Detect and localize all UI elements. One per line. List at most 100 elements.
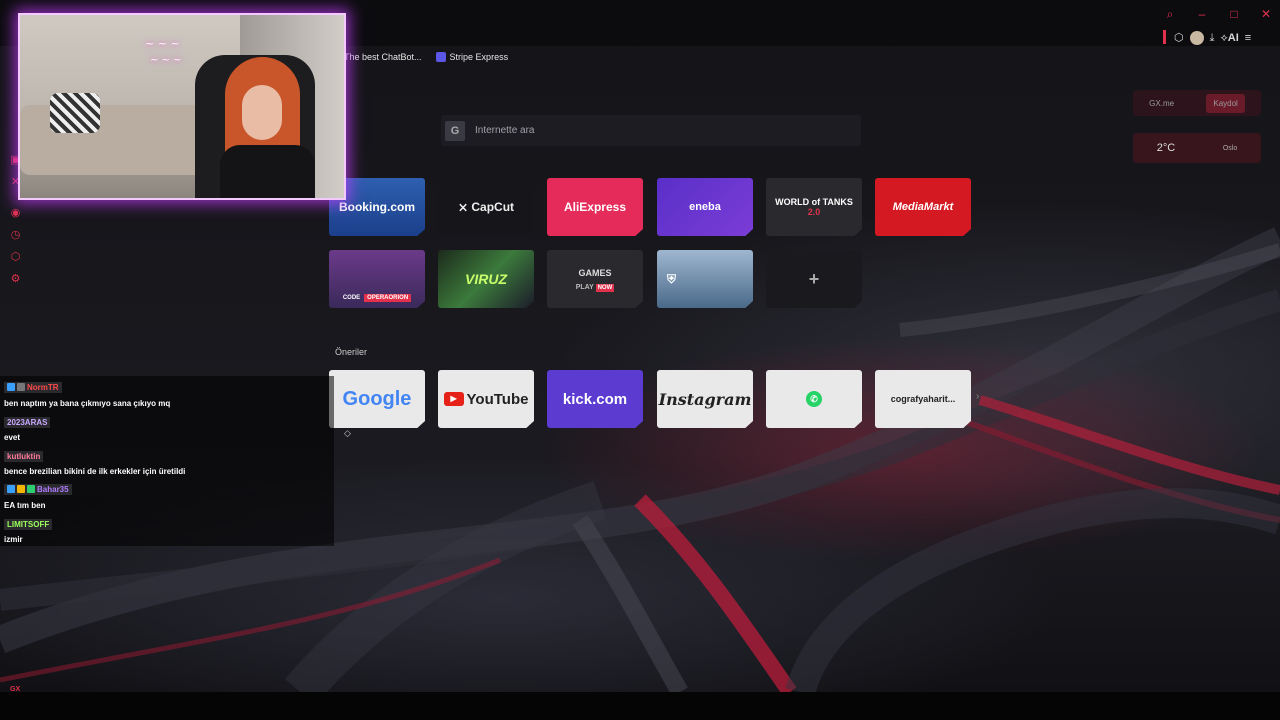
speed-dial-games[interactable]: GAMES PLAY NOW — [547, 250, 643, 308]
cam-streamer-body — [220, 145, 315, 198]
bookmark-stripe-express[interactable]: Stripe Express — [435, 52, 509, 62]
chatbot-icon: ◇ — [344, 428, 351, 438]
chat-username: kutluktin — [4, 451, 44, 462]
tile-label: MediaMarkt — [892, 201, 954, 213]
speed-dial-world-of-tanks[interactable]: WORLD of TANKS 2.0 — [766, 178, 862, 236]
cam-streamer-face — [242, 85, 282, 140]
weather-widget[interactable]: 2°C Oslo — [1133, 133, 1261, 163]
ai-button[interactable]: ⟡AI — [1220, 32, 1238, 44]
speed-dial-eneba[interactable]: eneba — [657, 178, 753, 236]
tile-label: cografyaharit... — [890, 394, 956, 404]
tile-label: AliExpress — [563, 200, 627, 214]
sidebar-extensions-icon[interactable]: ⬡ — [9, 251, 22, 264]
capcut-icon: ⨯ — [457, 200, 472, 214]
speed-dial-world-of-warships[interactable]: ⛨ — [657, 250, 753, 308]
stripe-icon — [435, 52, 446, 62]
gx-widget: GX.me Kaydol — [1133, 90, 1261, 116]
chat-username: 2023ARAS — [4, 417, 51, 428]
speed-dial-game[interactable]: VIRUZ — [438, 250, 534, 308]
tile-label: Booking.com — [338, 200, 415, 214]
speed-dial-mediamarkt[interactable]: MediaMarkt — [875, 178, 971, 236]
badge-icon — [27, 485, 35, 493]
stream-chat: NormTR ben naptım ya bana çıkmıyo sana ç… — [0, 376, 334, 546]
minimize-icon[interactable]: – — [1196, 8, 1208, 20]
tile-sublabel: 2.0 — [807, 207, 821, 217]
cam-pillow — [50, 93, 100, 133]
suggestion-google[interactable]: Google — [329, 370, 425, 428]
avatar[interactable] — [1189, 31, 1204, 45]
bookmark-chatbot[interactable]: ◇ The best ChatBot... — [344, 52, 422, 438]
toolbar-icons: ⬡ ⤓ ⟡AI ≡ — [1174, 31, 1251, 45]
suggestion-instagram[interactable]: Instagram — [657, 370, 753, 428]
speed-dial-opera-promo[interactable]: CODE OPERAORION — [329, 250, 425, 308]
badge-icon — [17, 485, 25, 493]
username-text: kutluktin — [7, 452, 41, 461]
suggestion-whatsapp[interactable]: ✆ — [766, 370, 862, 428]
opera-gx-window: ⌕ – □ ✕ ⬡ ⤓ ⟡AI ≡ ◇ The best ChatBot... … — [0, 0, 1280, 720]
google-icon: G — [445, 120, 465, 141]
username-text: 2023ARAS — [7, 418, 48, 427]
bookmark-label: Stripe Express — [449, 52, 509, 62]
warships-icon: ⛨ — [667, 271, 677, 286]
temperature: 2°C — [1156, 142, 1176, 154]
signup-button[interactable]: Kaydol — [1206, 93, 1245, 113]
chat-text: evet — [4, 433, 21, 442]
bookmarks-bar: ◇ The best ChatBot... Stripe Express — [344, 52, 509, 438]
chat-message: Bahar35 EA tım ben — [0, 478, 334, 512]
badge-icon — [7, 485, 15, 493]
badge-icon — [7, 383, 15, 391]
search-tabs-icon[interactable]: ⌕ — [1164, 8, 1176, 20]
tile-label: eneba — [689, 201, 721, 213]
search-box[interactable]: G — [441, 115, 861, 146]
chevron-right-icon[interactable]: › — [976, 391, 979, 402]
chat-text: bence brezilian bikini de ilk erkekler i… — [4, 467, 186, 476]
menu-icon[interactable]: ≡ — [1245, 32, 1251, 44]
chat-text: izmir — [4, 535, 23, 544]
download-icon[interactable]: ⤓ — [1210, 32, 1215, 44]
username-text: NormTR — [27, 382, 59, 392]
chat-text: EA tım ben — [4, 501, 46, 510]
now-badge: NOW — [595, 283, 615, 292]
add-speed-dial-button[interactable]: + — [766, 250, 862, 308]
tile-label: Instagram — [658, 389, 752, 409]
sidebar-settings-icon[interactable]: ⚙ — [9, 273, 22, 286]
chat-message: LIMITSOFF izmir — [0, 512, 334, 546]
youtube-play-icon: ▶ — [443, 392, 464, 406]
speed-dial-aliexpress[interactable]: AliExpress — [547, 178, 643, 236]
username-text: LIMITSOFF — [7, 520, 50, 529]
address-accent — [1163, 30, 1166, 44]
webcam-overlay: ~ ~ ~ ~ ~ ~ — [18, 13, 346, 200]
search-input[interactable] — [475, 125, 775, 136]
tile-label: YouTube — [466, 390, 529, 408]
chat-message: NormTR ben naptım ya bana çıkmıyo sana ç… — [0, 376, 334, 410]
tile-label: kick.com — [562, 390, 628, 408]
neon-sign-logo: ~ ~ ~ — [145, 37, 180, 50]
code-label: CODE — [342, 295, 361, 301]
username-text: Bahar35 — [37, 484, 69, 494]
bookmark-label: The best ChatBot... — [344, 52, 422, 62]
chat-message: 2023ARAS evet — [0, 410, 334, 444]
taskbar — [0, 692, 1280, 720]
suggestion-youtube[interactable]: ▶ YouTube — [438, 370, 534, 428]
tile-label: VIRUZ — [465, 271, 507, 287]
chat-username: Bahar35 — [4, 483, 72, 495]
tile-label: Google — [342, 387, 412, 410]
whatsapp-icon: ✆ — [806, 391, 822, 407]
badge-icon — [17, 383, 25, 391]
chat-message: kutluktin bence brezilian bikini de ilk … — [0, 444, 334, 478]
code-value: OPERAORION — [364, 294, 412, 302]
sidebar-player-icon[interactable]: ◉ — [9, 207, 22, 220]
play-label: PLAY — [575, 283, 594, 291]
sidebar-history-icon[interactable]: ◷ — [9, 229, 22, 242]
gx-label[interactable]: GX.me — [1149, 99, 1174, 108]
suggestion-kick[interactable]: kick.com — [547, 370, 643, 428]
chat-username: LIMITSOFF — [4, 519, 53, 530]
extensions-icon[interactable]: ⬡ — [1174, 32, 1184, 44]
close-icon[interactable]: ✕ — [1260, 8, 1272, 20]
chat-username: NormTR — [4, 381, 62, 393]
maximize-icon[interactable]: □ — [1228, 8, 1240, 20]
suggestion-cografyaharitasi[interactable]: cografyaharit... — [875, 370, 971, 428]
chat-text: ben naptım ya bana çıkmıyo sana çıkıyo m… — [4, 399, 171, 408]
speed-dial-capcut[interactable]: ⨯ CapCut — [438, 178, 534, 236]
tile-label: GAMES — [578, 267, 612, 278]
